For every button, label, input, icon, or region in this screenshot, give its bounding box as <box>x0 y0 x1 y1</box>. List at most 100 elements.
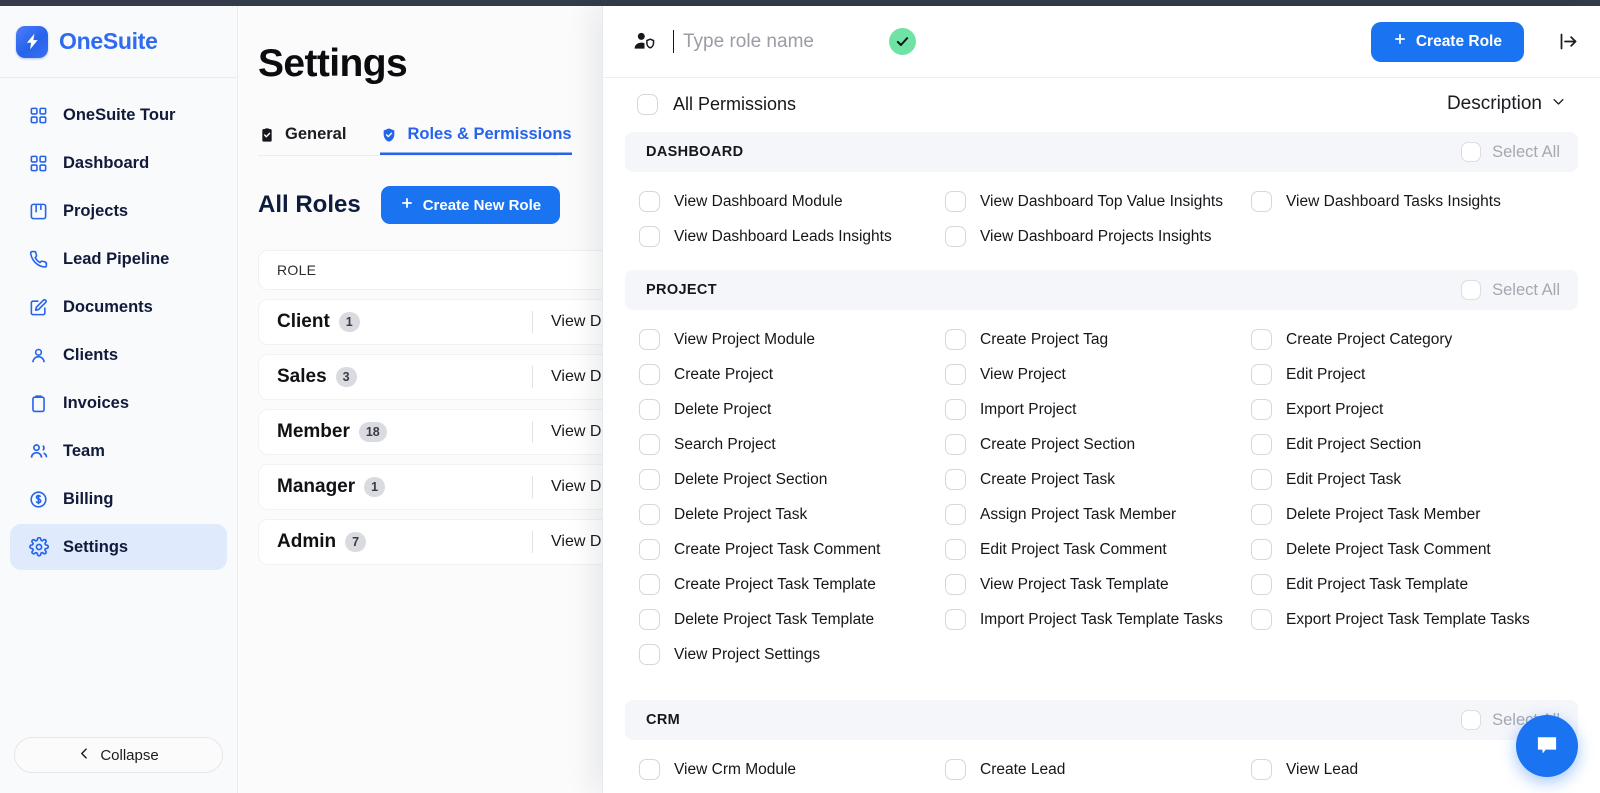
permission-item[interactable]: Import Project <box>945 392 1251 427</box>
permission-checkbox[interactable] <box>639 539 660 560</box>
permission-checkbox[interactable] <box>1251 329 1272 350</box>
permission-item[interactable]: View Dashboard Module <box>639 184 945 219</box>
sidebar-item-projects[interactable]: Projects <box>10 188 227 234</box>
description-dropdown[interactable]: Description <box>1447 93 1566 115</box>
permission-item[interactable]: Edit Project Task Template <box>1251 567 1578 602</box>
permission-checkbox[interactable] <box>945 504 966 525</box>
permission-item[interactable]: Create Project Task <box>945 462 1251 497</box>
permission-label: Import Project Task Template Tasks <box>980 610 1223 628</box>
permission-checkbox[interactable] <box>945 469 966 490</box>
permission-checkbox[interactable] <box>1251 364 1272 385</box>
permission-item[interactable]: View Project Task Template <box>945 567 1251 602</box>
permission-item[interactable]: Create Project Task Template <box>639 567 945 602</box>
permission-checkbox[interactable] <box>945 574 966 595</box>
permission-item[interactable]: Edit Project Task Comment <box>945 532 1251 567</box>
permission-item[interactable]: Create Project <box>639 357 945 392</box>
permission-item[interactable]: Create Project Tag <box>945 322 1251 357</box>
permission-item[interactable]: Create Project Section <box>945 427 1251 462</box>
permission-item[interactable]: Delete Project Task <box>639 497 945 532</box>
permission-item[interactable]: Export Project <box>1251 392 1578 427</box>
permission-item[interactable]: Delete Project Task Comment <box>1251 532 1578 567</box>
permission-item[interactable]: View Dashboard Tasks Insights <box>1251 184 1578 219</box>
select-all-project[interactable]: Select All <box>1461 280 1560 300</box>
permission-item[interactable]: Edit Project Task <box>1251 462 1578 497</box>
permission-checkbox[interactable] <box>945 539 966 560</box>
sidebar-item-lead-pipeline[interactable]: Lead Pipeline <box>10 236 227 282</box>
sidebar-item-invoices[interactable]: Invoices <box>10 380 227 426</box>
permission-checkbox[interactable] <box>639 191 660 212</box>
permission-checkbox[interactable] <box>945 434 966 455</box>
permission-item[interactable]: Search Project <box>639 427 945 462</box>
permission-item[interactable]: View Project Module <box>639 322 945 357</box>
permission-checkbox[interactable] <box>639 469 660 490</box>
sidebar-item-clients[interactable]: Clients <box>10 332 227 378</box>
permission-item[interactable]: Create Project Category <box>1251 322 1578 357</box>
exit-right-icon[interactable] <box>1556 30 1580 54</box>
permission-checkbox[interactable] <box>639 644 660 665</box>
permission-item[interactable]: View Dashboard Leads Insights <box>639 219 945 254</box>
permission-item[interactable]: Delete Project <box>639 392 945 427</box>
permission-checkbox[interactable] <box>1251 191 1272 212</box>
select-all-checkbox[interactable] <box>1461 280 1482 300</box>
select-all-checkbox[interactable] <box>1461 710 1482 730</box>
permission-item[interactable]: View Crm Module <box>639 752 945 787</box>
sidebar-item-documents[interactable]: Documents <box>10 284 227 330</box>
permission-checkbox[interactable] <box>1251 434 1272 455</box>
permission-item[interactable]: Export Project Task Template Tasks <box>1251 602 1578 637</box>
permission-item[interactable]: Delete Project Task Template <box>639 602 945 637</box>
permission-checkbox[interactable] <box>945 226 966 247</box>
permission-item[interactable]: Edit Project <box>1251 357 1578 392</box>
permission-item[interactable]: Delete Project Task Member <box>1251 497 1578 532</box>
create-new-role-button[interactable]: Create New Role <box>380 186 561 224</box>
permission-item[interactable]: Edit Project Section <box>1251 427 1578 462</box>
sidebar-item-dashboard[interactable]: Dashboard <box>10 140 227 186</box>
sidebar-item-team[interactable]: Team <box>10 428 227 474</box>
permission-item[interactable]: View Dashboard Top Value Insights <box>945 184 1251 219</box>
permission-checkbox[interactable] <box>1251 609 1272 630</box>
permission-checkbox[interactable] <box>639 434 660 455</box>
permission-checkbox[interactable] <box>639 609 660 630</box>
permission-checkbox[interactable] <box>1251 469 1272 490</box>
permission-item[interactable]: View Dashboard Projects Insights <box>945 219 1251 254</box>
permission-checkbox[interactable] <box>1251 539 1272 560</box>
brand[interactable]: OneSuite <box>0 6 237 78</box>
permission-item[interactable]: View Project <box>945 357 1251 392</box>
tab-roles-permissions[interactable]: Roles & Permissions <box>380 125 572 155</box>
permission-checkbox[interactable] <box>639 226 660 247</box>
permission-item[interactable]: Import Project Task Template Tasks <box>945 602 1251 637</box>
permission-checkbox[interactable] <box>639 329 660 350</box>
permission-checkbox[interactable] <box>639 574 660 595</box>
permission-checkbox[interactable] <box>639 399 660 420</box>
permission-checkbox[interactable] <box>1251 504 1272 525</box>
permission-checkbox[interactable] <box>639 364 660 385</box>
select-all-checkbox[interactable] <box>1461 142 1482 162</box>
all-permissions-row[interactable]: All Permissions Description <box>625 78 1578 130</box>
permission-checkbox[interactable] <box>945 329 966 350</box>
permission-checkbox[interactable] <box>1251 399 1272 420</box>
chat-bubble-icon[interactable] <box>1516 715 1578 777</box>
permission-checkbox[interactable] <box>945 364 966 385</box>
permission-item[interactable]: Delete Project Section <box>639 462 945 497</box>
permission-item[interactable]: Create Lead <box>945 752 1251 787</box>
permission-checkbox[interactable] <box>639 504 660 525</box>
permission-checkbox[interactable] <box>1251 574 1272 595</box>
create-role-button[interactable]: Create Role <box>1370 21 1524 62</box>
all-permissions-checkbox[interactable] <box>637 93 658 115</box>
tab-label: General <box>285 125 347 143</box>
permission-checkbox[interactable] <box>945 759 966 780</box>
select-all-dashboard[interactable]: Select All <box>1461 142 1560 162</box>
permission-item[interactable]: View Project Settings <box>639 637 945 672</box>
permission-item[interactable]: Create Project Task Comment <box>639 532 945 567</box>
permission-checkbox[interactable] <box>1251 759 1272 780</box>
sidebar-item-settings[interactable]: Settings <box>10 524 227 570</box>
sidebar-item-onesuite-tour[interactable]: OneSuite Tour <box>10 92 227 138</box>
role-name-input[interactable] <box>683 30 873 53</box>
collapse-button[interactable]: Collapse <box>14 737 223 773</box>
permission-checkbox[interactable] <box>945 609 966 630</box>
permission-checkbox[interactable] <box>945 399 966 420</box>
permission-item[interactable]: Assign Project Task Member <box>945 497 1251 532</box>
sidebar-item-billing[interactable]: Billing <box>10 476 227 522</box>
permission-checkbox[interactable] <box>639 759 660 780</box>
tab-general[interactable]: General <box>258 125 346 155</box>
permission-checkbox[interactable] <box>945 191 966 212</box>
